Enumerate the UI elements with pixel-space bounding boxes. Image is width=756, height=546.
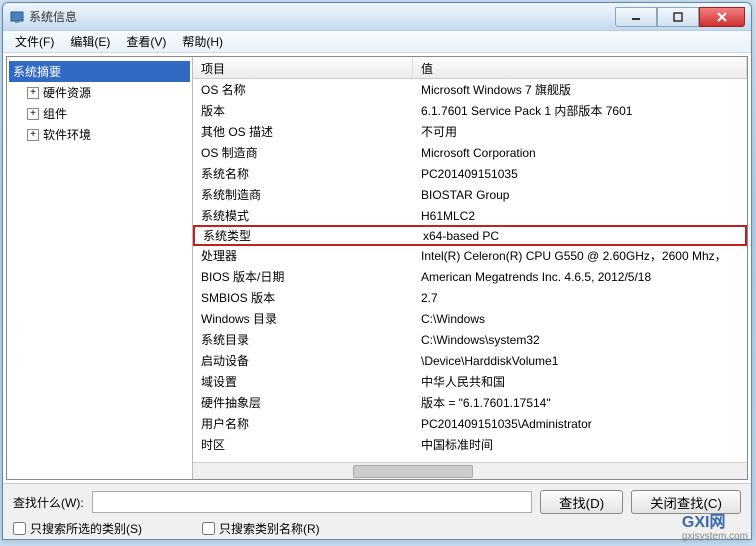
cell-value: American Megatrends Inc. 4.6.5, 2012/5/1… xyxy=(413,270,747,284)
cell-item: 启动设备 xyxy=(193,352,413,369)
chk-selected-category-box[interactable] xyxy=(13,522,26,535)
maximize-button[interactable] xyxy=(657,7,699,27)
sidebar-tree[interactable]: 系统摘要 + 硬件资源 + 组件 + 软件环境 xyxy=(7,57,193,479)
cell-item: 系统模式 xyxy=(193,207,413,224)
details-pane: 项目 值 OS 名称Microsoft Windows 7 旗舰版版本6.1.7… xyxy=(193,57,747,479)
table-row[interactable]: BIOS 版本/日期American Megatrends Inc. 4.6.5… xyxy=(193,266,747,287)
table-row[interactable]: 时区中国标准时间 xyxy=(193,434,747,455)
horizontal-scrollbar[interactable] xyxy=(193,462,747,479)
col-header-value[interactable]: 值 xyxy=(413,57,747,78)
cell-item: 硬件抽象层 xyxy=(193,394,413,411)
tree-label: 组件 xyxy=(43,105,186,122)
cell-value: 版本 = "6.1.7601.17514" xyxy=(413,394,747,411)
cell-item: 系统目录 xyxy=(193,331,413,348)
table-row[interactable]: OS 制造商Microsoft Corporation xyxy=(193,142,747,163)
cell-value: Intel(R) Celeron(R) CPU G550 @ 2.60GHz，2… xyxy=(413,247,747,264)
cell-item: OS 制造商 xyxy=(193,144,413,161)
cell-value: \Device\HarddiskVolume1 xyxy=(413,354,747,368)
chk-category-names[interactable]: 只搜索类别名称(R) xyxy=(202,520,320,537)
tree-label: 硬件资源 xyxy=(43,84,186,101)
titlebar[interactable]: 系统信息 xyxy=(3,3,751,31)
app-icon xyxy=(9,9,25,25)
tree-item-software-env[interactable]: + 软件环境 xyxy=(23,124,190,145)
cell-item: 域设置 xyxy=(193,373,413,390)
menu-edit[interactable]: 编辑(E) xyxy=(62,31,118,52)
cell-item: 版本 xyxy=(193,102,413,119)
table-row[interactable]: 其他 OS 描述不可用 xyxy=(193,121,747,142)
window-buttons xyxy=(615,7,745,27)
table-row[interactable]: 硬件抽象层版本 = "6.1.7601.17514" xyxy=(193,392,747,413)
menu-file[interactable]: 文件(F) xyxy=(7,31,62,52)
cell-value: x64-based PC xyxy=(415,229,745,243)
close-button[interactable] xyxy=(699,7,745,27)
cell-item: SMBIOS 版本 xyxy=(193,289,413,306)
expand-icon[interactable]: + xyxy=(27,129,39,141)
cell-item: 其他 OS 描述 xyxy=(193,123,413,140)
cell-item: 时区 xyxy=(193,436,413,453)
cell-value: 不可用 xyxy=(413,123,747,140)
cell-value: BIOSTAR Group xyxy=(413,188,747,202)
cell-value: PC201409151035 xyxy=(413,167,747,181)
table-row[interactable]: 处理器Intel(R) Celeron(R) CPU G550 @ 2.60GH… xyxy=(193,245,747,266)
window-title: 系统信息 xyxy=(29,8,615,25)
cell-item: 处理器 xyxy=(193,247,413,264)
table-row[interactable]: Windows 目录C:\Windows xyxy=(193,308,747,329)
table-row[interactable]: 系统制造商BIOSTAR Group xyxy=(193,184,747,205)
cell-value: Microsoft Corporation xyxy=(413,146,747,160)
tree-label: 软件环境 xyxy=(43,126,186,143)
menu-view[interactable]: 查看(V) xyxy=(118,31,174,52)
cell-value: Microsoft Windows 7 旗舰版 xyxy=(413,81,747,98)
menubar: 文件(F) 编辑(E) 查看(V) 帮助(H) xyxy=(3,31,751,53)
expand-icon[interactable]: + xyxy=(27,87,39,99)
search-input[interactable] xyxy=(92,491,532,513)
content-area: 系统摘要 + 硬件资源 + 组件 + 软件环境 项目 值 xyxy=(6,56,748,480)
cell-value: H61MLC2 xyxy=(413,209,747,223)
menu-help[interactable]: 帮助(H) xyxy=(174,31,231,52)
table-row[interactable]: 系统名称PC201409151035 xyxy=(193,163,747,184)
tree-root-system-summary[interactable]: 系统摘要 xyxy=(9,61,190,82)
search-footer: 查找什么(W): 查找(D) 关闭查找(C) 只搜索所选的类别(S) 只搜索类别… xyxy=(3,483,751,539)
find-button[interactable]: 查找(D) xyxy=(540,490,623,514)
tree-children: + 硬件资源 + 组件 + 软件环境 xyxy=(23,82,190,145)
cell-value: PC201409151035\Administrator xyxy=(413,417,747,431)
search-label: 查找什么(W): xyxy=(13,494,84,511)
expand-icon[interactable]: + xyxy=(27,108,39,120)
tree-item-hardware[interactable]: + 硬件资源 xyxy=(23,82,190,103)
chk-category-names-label: 只搜索类别名称(R) xyxy=(219,520,320,537)
cell-value: C:\Windows\system32 xyxy=(413,333,747,347)
list-body[interactable]: OS 名称Microsoft Windows 7 旗舰版版本6.1.7601 S… xyxy=(193,79,747,462)
cell-value: C:\Windows xyxy=(413,312,747,326)
table-row[interactable]: OS 名称Microsoft Windows 7 旗舰版 xyxy=(193,79,747,100)
table-row[interactable]: 用户名称PC201409151035\Administrator xyxy=(193,413,747,434)
table-row[interactable]: SMBIOS 版本2.7 xyxy=(193,287,747,308)
cell-item: 系统制造商 xyxy=(193,186,413,203)
col-header-item[interactable]: 项目 xyxy=(193,57,413,78)
chk-category-names-box[interactable] xyxy=(202,522,215,535)
cell-item: 系统名称 xyxy=(193,165,413,182)
cell-item: OS 名称 xyxy=(193,81,413,98)
cell-value: 中国标准时间 xyxy=(413,436,747,453)
chk-selected-category[interactable]: 只搜索所选的类别(S) xyxy=(13,520,142,537)
minimize-button[interactable] xyxy=(615,7,657,27)
cell-item: BIOS 版本/日期 xyxy=(193,268,413,285)
cell-item: Windows 目录 xyxy=(193,310,413,327)
table-row[interactable]: 系统类型x64-based PC xyxy=(193,225,747,246)
cell-item: 系统类型 xyxy=(195,227,415,244)
window: 系统信息 文件(F) 编辑(E) 查看(V) 帮助(H) 系统摘要 + 硬件资源… xyxy=(2,2,752,540)
cell-value: 6.1.7601 Service Pack 1 内部版本 7601 xyxy=(413,102,747,119)
cell-item: 用户名称 xyxy=(193,415,413,432)
tree-item-components[interactable]: + 组件 xyxy=(23,103,190,124)
table-row[interactable]: 系统目录C:\Windows\system32 xyxy=(193,329,747,350)
scroll-thumb[interactable] xyxy=(353,465,473,478)
table-row[interactable]: 启动设备\Device\HarddiskVolume1 xyxy=(193,350,747,371)
cell-value: 2.7 xyxy=(413,291,747,305)
table-row[interactable]: 域设置中华人民共和国 xyxy=(193,371,747,392)
chk-selected-category-label: 只搜索所选的类别(S) xyxy=(30,520,142,537)
list-header: 项目 值 xyxy=(193,57,747,79)
close-find-button[interactable]: 关闭查找(C) xyxy=(631,490,741,514)
cell-value: 中华人民共和国 xyxy=(413,373,747,390)
tree-label: 系统摘要 xyxy=(13,63,186,80)
table-row[interactable]: 版本6.1.7601 Service Pack 1 内部版本 7601 xyxy=(193,100,747,121)
table-row[interactable]: 系统模式H61MLC2 xyxy=(193,205,747,226)
